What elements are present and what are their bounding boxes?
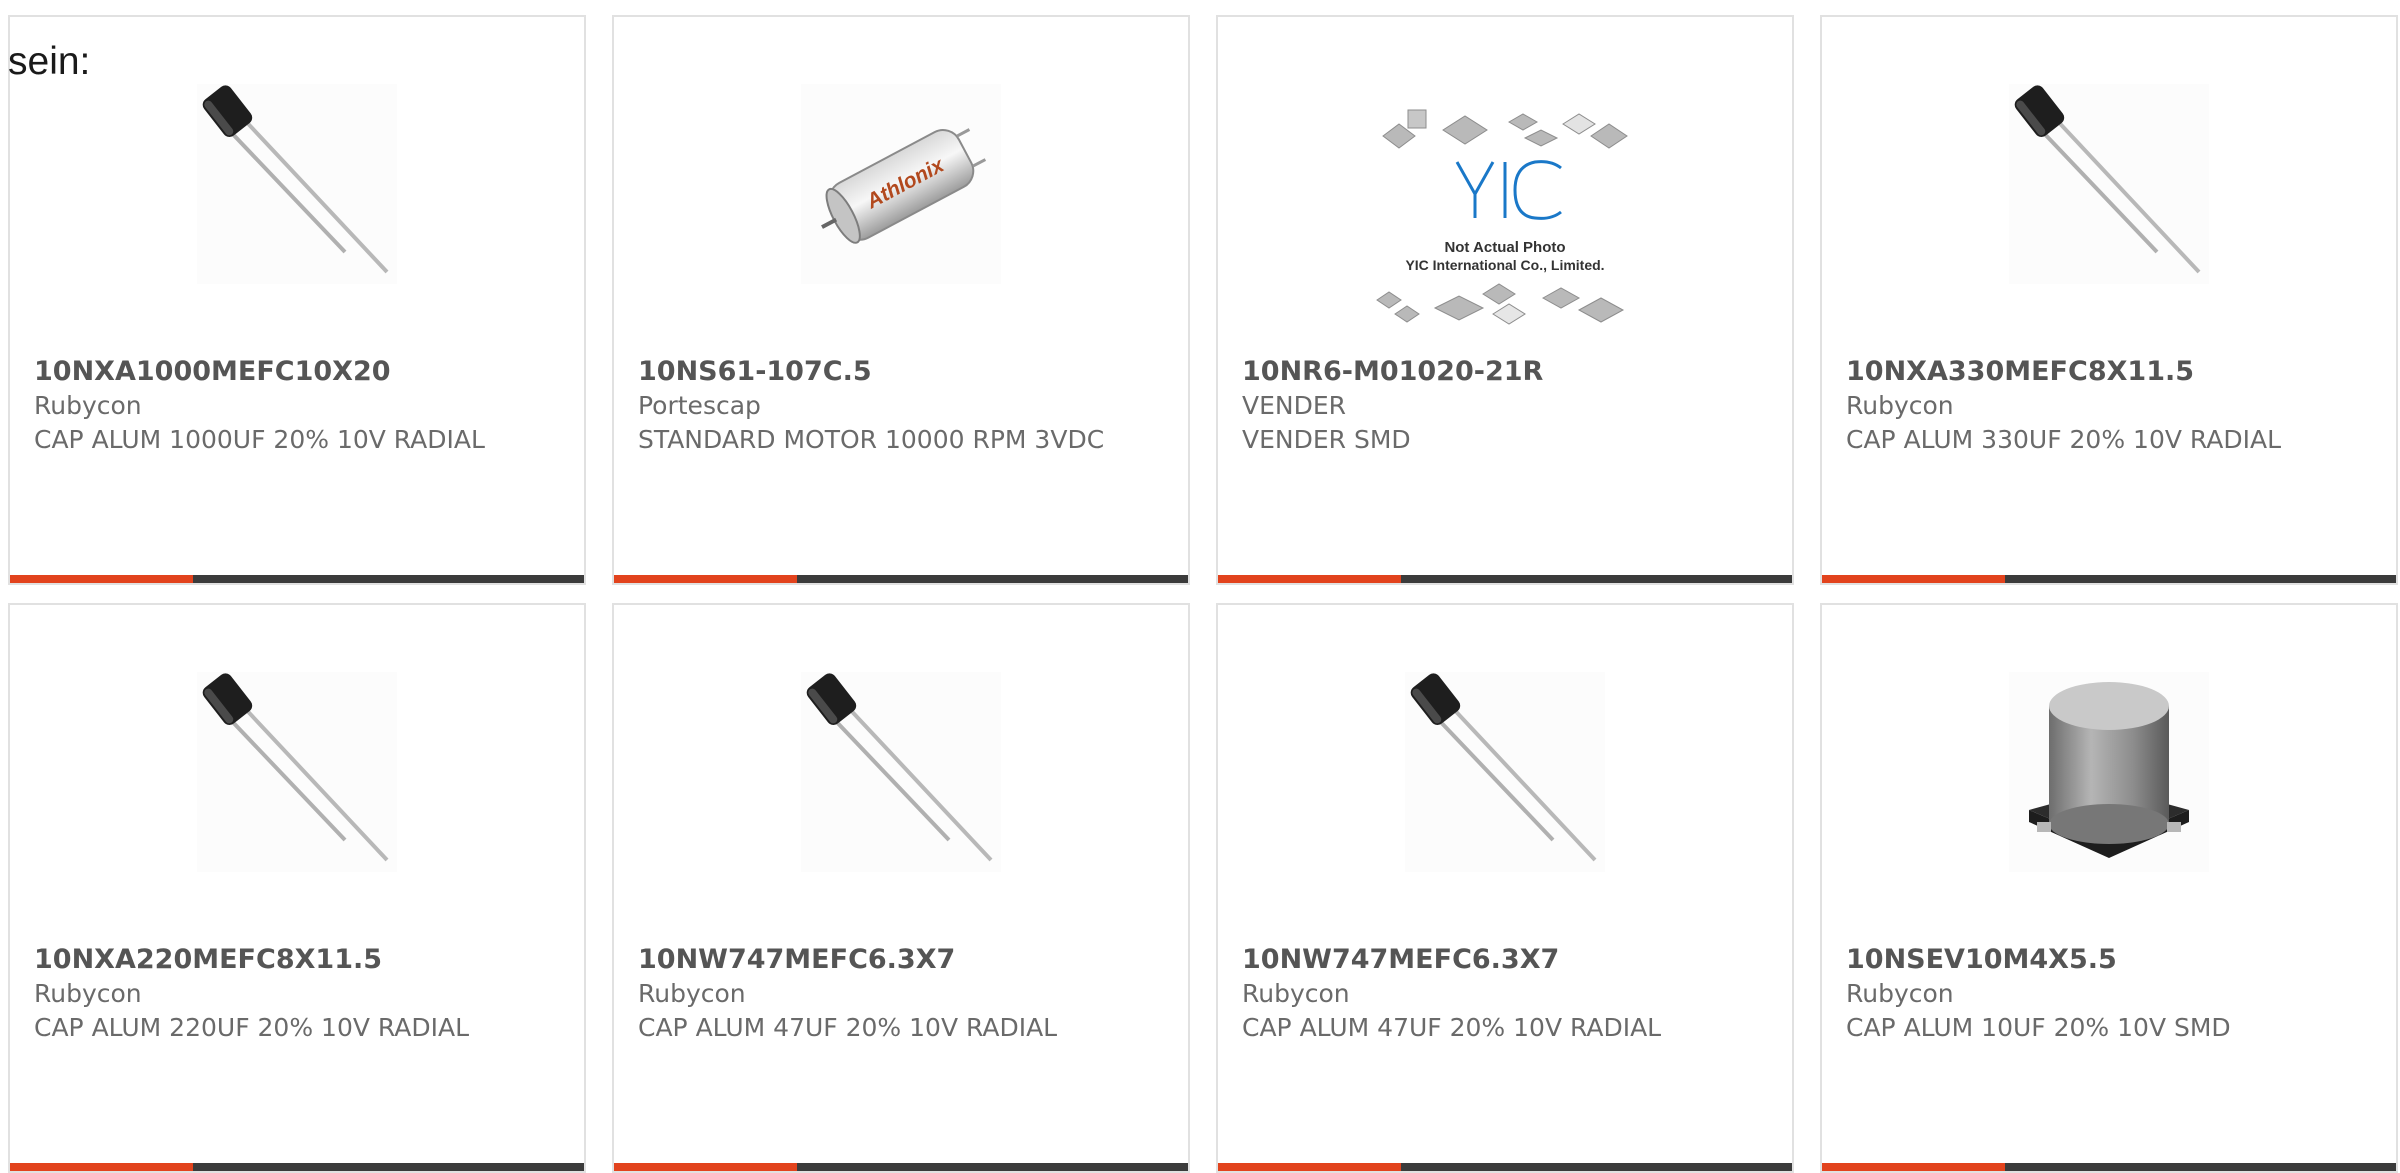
card-accent	[614, 575, 797, 583]
description: STANDARD MOTOR 10000 RPM 3VDC	[638, 425, 1105, 454]
card-accent	[10, 575, 193, 583]
manufacturer: Portescap	[638, 391, 761, 420]
card-accent	[10, 1163, 193, 1171]
radial-capacitor-icon[interactable]	[2009, 84, 2209, 284]
product-info: 10NR6-M01020-21R VENDER VENDER SMD	[1242, 355, 1768, 457]
card-bottom-bar	[1822, 1163, 2396, 1171]
manufacturer: VENDER	[1242, 391, 1347, 420]
product-card[interactable]: Athlonix 10NS61-107C.5 Portescap STANDAR…	[612, 15, 1190, 585]
part-number[interactable]: 10NXA220MEFC8X11.5	[34, 943, 560, 977]
card-accent	[614, 1163, 797, 1171]
placeholder-line1: Not Actual Photo	[1444, 239, 1565, 256]
description: VENDER SMD	[1242, 425, 1411, 454]
product-card[interactable]: 10NXA220MEFC8X11.5 Rubycon CAP ALUM 220U…	[8, 603, 586, 1173]
card-bottom-bar	[1218, 575, 1792, 583]
part-number[interactable]: 10NW747MEFC6.3X7	[638, 943, 1164, 977]
part-number[interactable]: 10NXA1000MEFC10X20	[34, 355, 560, 389]
part-number[interactable]: 10NXA330MEFC8X11.5	[1846, 355, 2372, 389]
manufacturer: Rubycon	[34, 979, 142, 1008]
smd-capacitor-icon[interactable]	[2009, 672, 2209, 872]
product-card[interactable]: 10NXA1000MEFC10X20 Rubycon CAP ALUM 1000…	[8, 15, 586, 585]
description: CAP ALUM 10UF 20% 10V SMD	[1846, 1013, 2231, 1042]
product-card[interactable]: 10NXA330MEFC8X11.5 Rubycon CAP ALUM 330U…	[1820, 15, 2398, 585]
product-card[interactable]: 10NW747MEFC6.3X7 Rubycon CAP ALUM 47UF 2…	[1216, 603, 1794, 1173]
product-card[interactable]: 10NW747MEFC6.3X7 Rubycon CAP ALUM 47UF 2…	[612, 603, 1190, 1173]
description: CAP ALUM 47UF 20% 10V RADIAL	[1242, 1013, 1662, 1042]
part-number[interactable]: 10NR6-M01020-21R	[1242, 355, 1768, 389]
manufacturer: Rubycon	[638, 979, 746, 1008]
card-bottom-bar	[10, 1163, 584, 1171]
placeholder-chips-icon[interactable]: Not Actual Photo YIC International Co., …	[1365, 102, 1645, 342]
radial-capacitor-icon[interactable]	[197, 672, 397, 872]
card-bottom-bar	[1822, 575, 2396, 583]
placeholder-line2: YIC International Co., Limited.	[1405, 257, 1604, 273]
card-accent	[1218, 575, 1401, 583]
radial-capacitor-icon[interactable]	[197, 84, 397, 284]
part-number[interactable]: 10NSEV10M4X5.5	[1846, 943, 2372, 977]
product-info: 10NXA330MEFC8X11.5 Rubycon CAP ALUM 330U…	[1846, 355, 2372, 457]
product-info: 10NSEV10M4X5.5 Rubycon CAP ALUM 10UF 20%…	[1846, 943, 2372, 1045]
description: CAP ALUM 47UF 20% 10V RADIAL	[638, 1013, 1058, 1042]
product-card[interactable]: Not Actual Photo YIC International Co., …	[1216, 15, 1794, 585]
product-info: 10NXA1000MEFC10X20 Rubycon CAP ALUM 1000…	[34, 355, 560, 457]
card-bottom-bar	[614, 1163, 1188, 1171]
manufacturer: Rubycon	[1846, 391, 1954, 420]
card-bottom-bar	[614, 575, 1188, 583]
product-grid: 10NXA1000MEFC10X20 Rubycon CAP ALUM 1000…	[8, 15, 2398, 1173]
part-number[interactable]: 10NS61-107C.5	[638, 355, 1164, 389]
card-bottom-bar	[1218, 1163, 1792, 1171]
product-info: 10NW747MEFC6.3X7 Rubycon CAP ALUM 47UF 2…	[638, 943, 1164, 1045]
description: CAP ALUM 330UF 20% 10V RADIAL	[1846, 425, 2282, 454]
part-number[interactable]: 10NW747MEFC6.3X7	[1242, 943, 1768, 977]
manufacturer: Rubycon	[1242, 979, 1350, 1008]
manufacturer: Rubycon	[34, 391, 142, 420]
product-card[interactable]: 10NSEV10M4X5.5 Rubycon CAP ALUM 10UF 20%…	[1820, 603, 2398, 1173]
radial-capacitor-icon[interactable]	[801, 672, 1001, 872]
product-info: 10NS61-107C.5 Portescap STANDARD MOTOR 1…	[638, 355, 1164, 457]
card-bottom-bar	[10, 575, 584, 583]
card-accent	[1218, 1163, 1401, 1171]
description: CAP ALUM 1000UF 20% 10V RADIAL	[34, 425, 485, 454]
product-info: 10NW747MEFC6.3X7 Rubycon CAP ALUM 47UF 2…	[1242, 943, 1768, 1045]
card-accent	[1822, 575, 2005, 583]
radial-capacitor-icon[interactable]	[1405, 672, 1605, 872]
description: CAP ALUM 220UF 20% 10V RADIAL	[34, 1013, 470, 1042]
manufacturer: Rubycon	[1846, 979, 1954, 1008]
dc-motor-icon[interactable]: Athlonix	[801, 84, 1001, 284]
product-info: 10NXA220MEFC8X11.5 Rubycon CAP ALUM 220U…	[34, 943, 560, 1045]
lead-text: sein:	[8, 40, 91, 83]
card-accent	[1822, 1163, 2005, 1171]
